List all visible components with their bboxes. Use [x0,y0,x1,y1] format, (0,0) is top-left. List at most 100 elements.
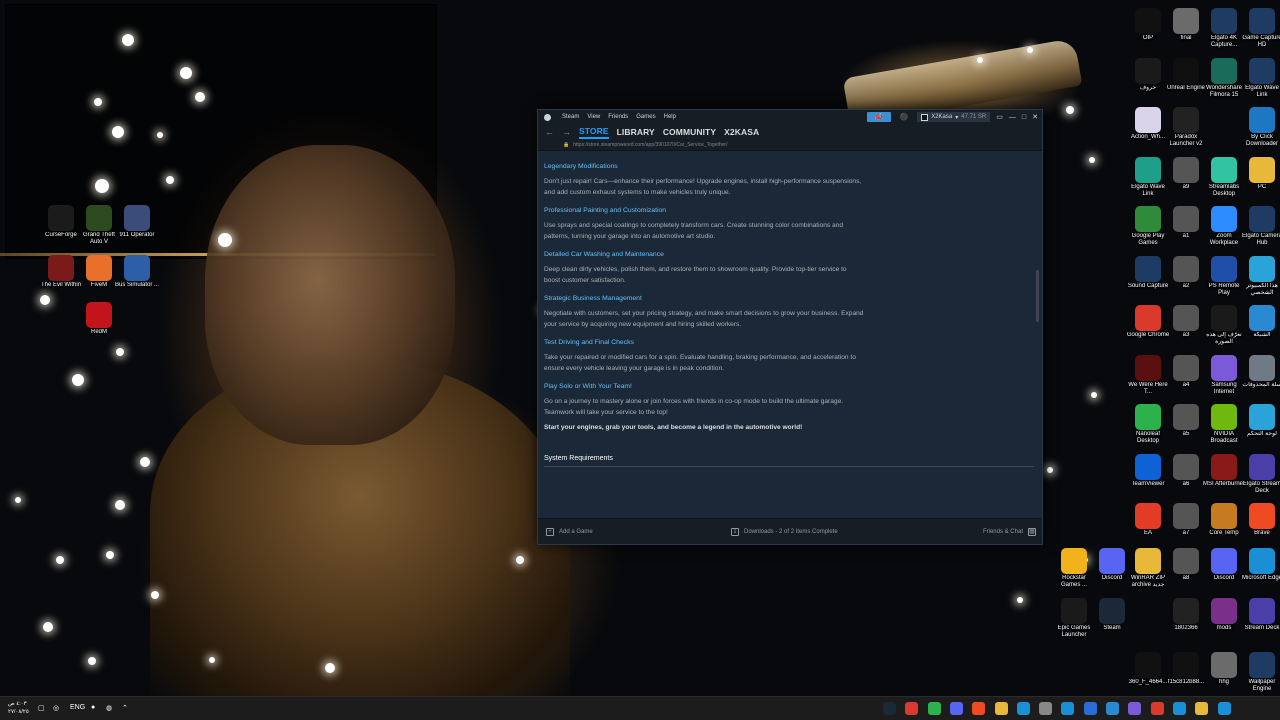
back-arrow-icon[interactable]: ← [545,127,554,137]
desktop-icon[interactable]: PC [1240,156,1280,191]
filmora-icon [1211,57,1237,84]
bokeh-light [151,591,159,599]
account-menu[interactable]: X2Kasa ▾ 47.71 SR [917,112,991,122]
desktop-icon[interactable]: Brave [1240,503,1280,537]
app-taskbar-icon[interactable] [1128,702,1142,715]
scrollbar[interactable] [1034,152,1042,519]
menu-friends[interactable]: Friends [608,114,628,120]
bokeh-light [88,657,96,665]
feature-title: Professional Painting and Customization [544,207,667,214]
feature-description: Negotiate with customers, set your prici… [544,310,864,328]
big-picture-button[interactable]: ▭ [996,112,1003,122]
scrollbar-thumb[interactable] [1036,270,1039,322]
bus-icon [124,255,150,281]
ea-icon [1135,503,1161,529]
files-taskbar-icon[interactable] [1195,702,1209,715]
sync-icon[interactable]: ◍ [106,704,112,712]
feature-section: Legendary Modifications Don't just repair… [544,163,1035,198]
menu-steam[interactable]: Steam [562,114,579,120]
minimize-button[interactable]: — [1009,112,1016,122]
desktop-icon[interactable]: سلة المحذوفات [1240,354,1280,389]
notification-icon[interactable]: ▢ [38,704,45,712]
desktop-icon[interactable]: By Click Downloader [1240,107,1280,148]
unreal-icon [1173,57,1199,84]
feature-description: Take your repaired or modified cars for … [544,354,856,372]
store-taskbar-icon[interactable] [1083,702,1097,715]
announcements-button[interactable]: 📣 [867,112,892,122]
tab-store[interactable]: STORE [579,126,609,139]
edge-2-taskbar-icon[interactable] [1172,702,1186,715]
chrome-2-taskbar-icon[interactable] [1150,702,1164,715]
url-bar[interactable]: 🔒 https://store.steampowered.com/app/390… [538,140,1042,151]
clock-time: ٤:٠٣ ص [8,701,27,707]
microphone-icon[interactable]: ● [91,704,95,711]
wallpaper-taskbar-icon[interactable] [1016,702,1030,715]
downloads-status[interactable]: ↧ Downloads - 2 of 2 Items Complete [731,527,838,536]
desktop-icon[interactable]: RedM [77,302,121,336]
forward-arrow-icon[interactable]: → [562,127,571,137]
bokeh-light [72,374,84,386]
tab-library[interactable]: LIBRARY [617,127,655,137]
notifications-button[interactable]: ⚫ [897,112,911,122]
explorer-taskbar-icon[interactable] [994,702,1008,715]
image-icon [1173,206,1199,232]
friends-chat-button[interactable]: Friends & Chat ▦ [983,527,1036,536]
language-indicator[interactable]: ENG [70,704,85,711]
bokeh-light [94,98,102,106]
desktop-icon[interactable]: 911 Operator [115,205,159,239]
clock[interactable]: ٤:٠٣ ص ٢٧/٠٨/٢٥ [8,700,29,716]
desktop-icon[interactable]: Elgato Wave Link [1240,57,1280,99]
bokeh-light [195,92,205,102]
redm-icon [86,302,112,328]
chrome-taskbar-icon[interactable] [905,702,919,715]
bokeh-light [209,657,215,663]
image-icon [1173,8,1199,34]
desktop-icon[interactable]: لوحة التحكم [1240,404,1280,438]
desktop-icon-label: PC [1257,183,1267,190]
brave-taskbar-icon[interactable] [972,702,986,715]
desktop-icon[interactable]: Wallpaper Engine [1240,652,1280,693]
elgato-icon [1135,156,1161,183]
desktop-icon[interactable]: Elgato Camera Hub [1240,206,1280,247]
menu-view[interactable]: View [587,114,600,120]
game-icon [1135,354,1161,381]
desktop-icon[interactable]: هذا الكمبيوتر الشخصي [1240,255,1280,297]
blank-icon [1135,598,1161,624]
bokeh-light [1017,597,1023,603]
nanoleaf-taskbar-icon[interactable] [927,702,941,715]
mail-taskbar-icon[interactable] [1106,702,1119,715]
tab-community[interactable]: COMMUNITY [663,127,716,137]
steam-bottom-bar: + Add a Game ↧ Downloads - 2 of 2 Items … [538,518,1042,544]
elgato-icon [1249,57,1275,84]
bokeh-light [325,663,335,673]
desktop-icon[interactable]: Microsoft Edge [1240,548,1280,582]
windows-taskbar-icon[interactable] [1217,702,1231,715]
bokeh-light [218,233,232,247]
tab-profile[interactable]: X2KASA [724,127,759,137]
desktop-icon-label: Stream Deck [1244,624,1280,631]
desktop-icon[interactable]: Bus Simulator ... [115,255,159,289]
discord-taskbar-icon[interactable] [949,702,963,715]
desktop-icon[interactable]: Game Capture HD [1240,8,1280,49]
wifi-icon[interactable]: ◎ [53,704,59,712]
blank-icon [1211,107,1237,133]
desktop-icon[interactable]: Stream Deck [1240,597,1280,632]
feature-description: Don't just repair! Cars—enhance their pe… [544,178,862,196]
wallpaper-figure-face [205,145,455,445]
maximize-button[interactable]: □ [1022,112,1026,122]
settings-taskbar-icon[interactable] [1039,702,1053,715]
desktop-icon[interactable]: الشبكة [1240,305,1280,339]
bokeh-light [1047,467,1053,473]
chevron-up-icon[interactable]: ⌃ [122,704,128,712]
chevron-down-icon: ▾ [955,114,959,121]
close-button[interactable]: ✕ [1032,112,1038,122]
edge-taskbar-icon[interactable] [1061,702,1075,715]
menu-games[interactable]: Games [636,114,655,120]
desktop-icon-label: Game Capture HD [1242,35,1280,48]
menu-help[interactable]: Help [664,114,676,120]
add-game-button[interactable]: + Add a Game [546,527,593,536]
steam-window[interactable]: Steam View Friends Games Help 📣 ⚫ X2Kasa… [537,109,1043,545]
feature-title: Test Driving and Final Checks [544,339,634,346]
desktop-icon[interactable]: Elgato Stream Deck [1240,453,1280,495]
steam-taskbar-icon[interactable] [883,702,896,715]
